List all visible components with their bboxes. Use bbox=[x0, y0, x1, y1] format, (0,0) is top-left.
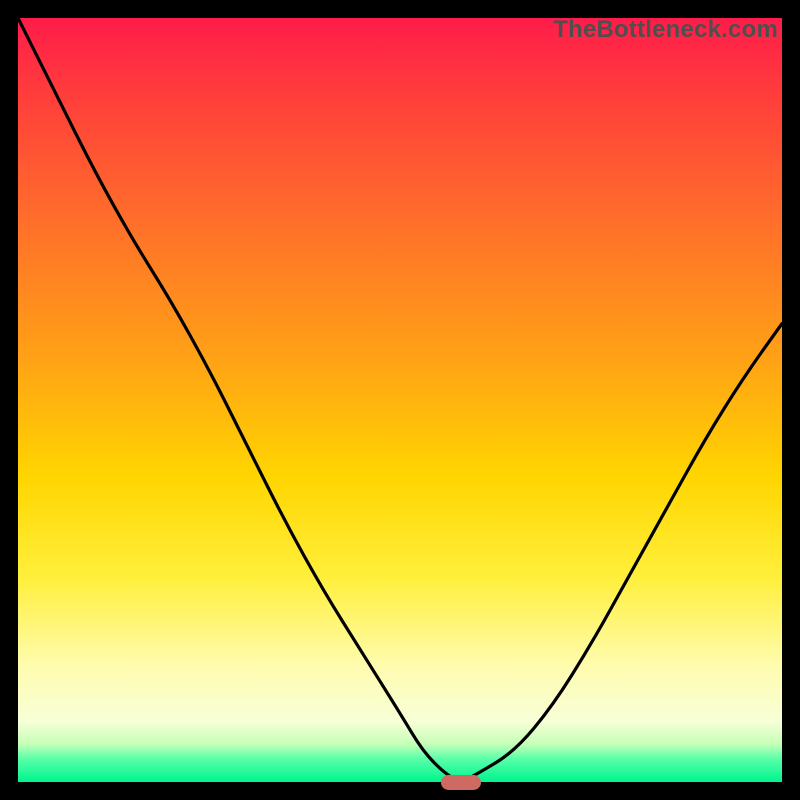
sweet-spot-marker bbox=[441, 775, 481, 790]
chart-frame: TheBottleneck.com bbox=[0, 0, 800, 800]
bottleneck-line-chart bbox=[18, 18, 782, 782]
bottleneck-curve-path bbox=[18, 18, 782, 780]
plot-outer: TheBottleneck.com bbox=[18, 18, 782, 782]
